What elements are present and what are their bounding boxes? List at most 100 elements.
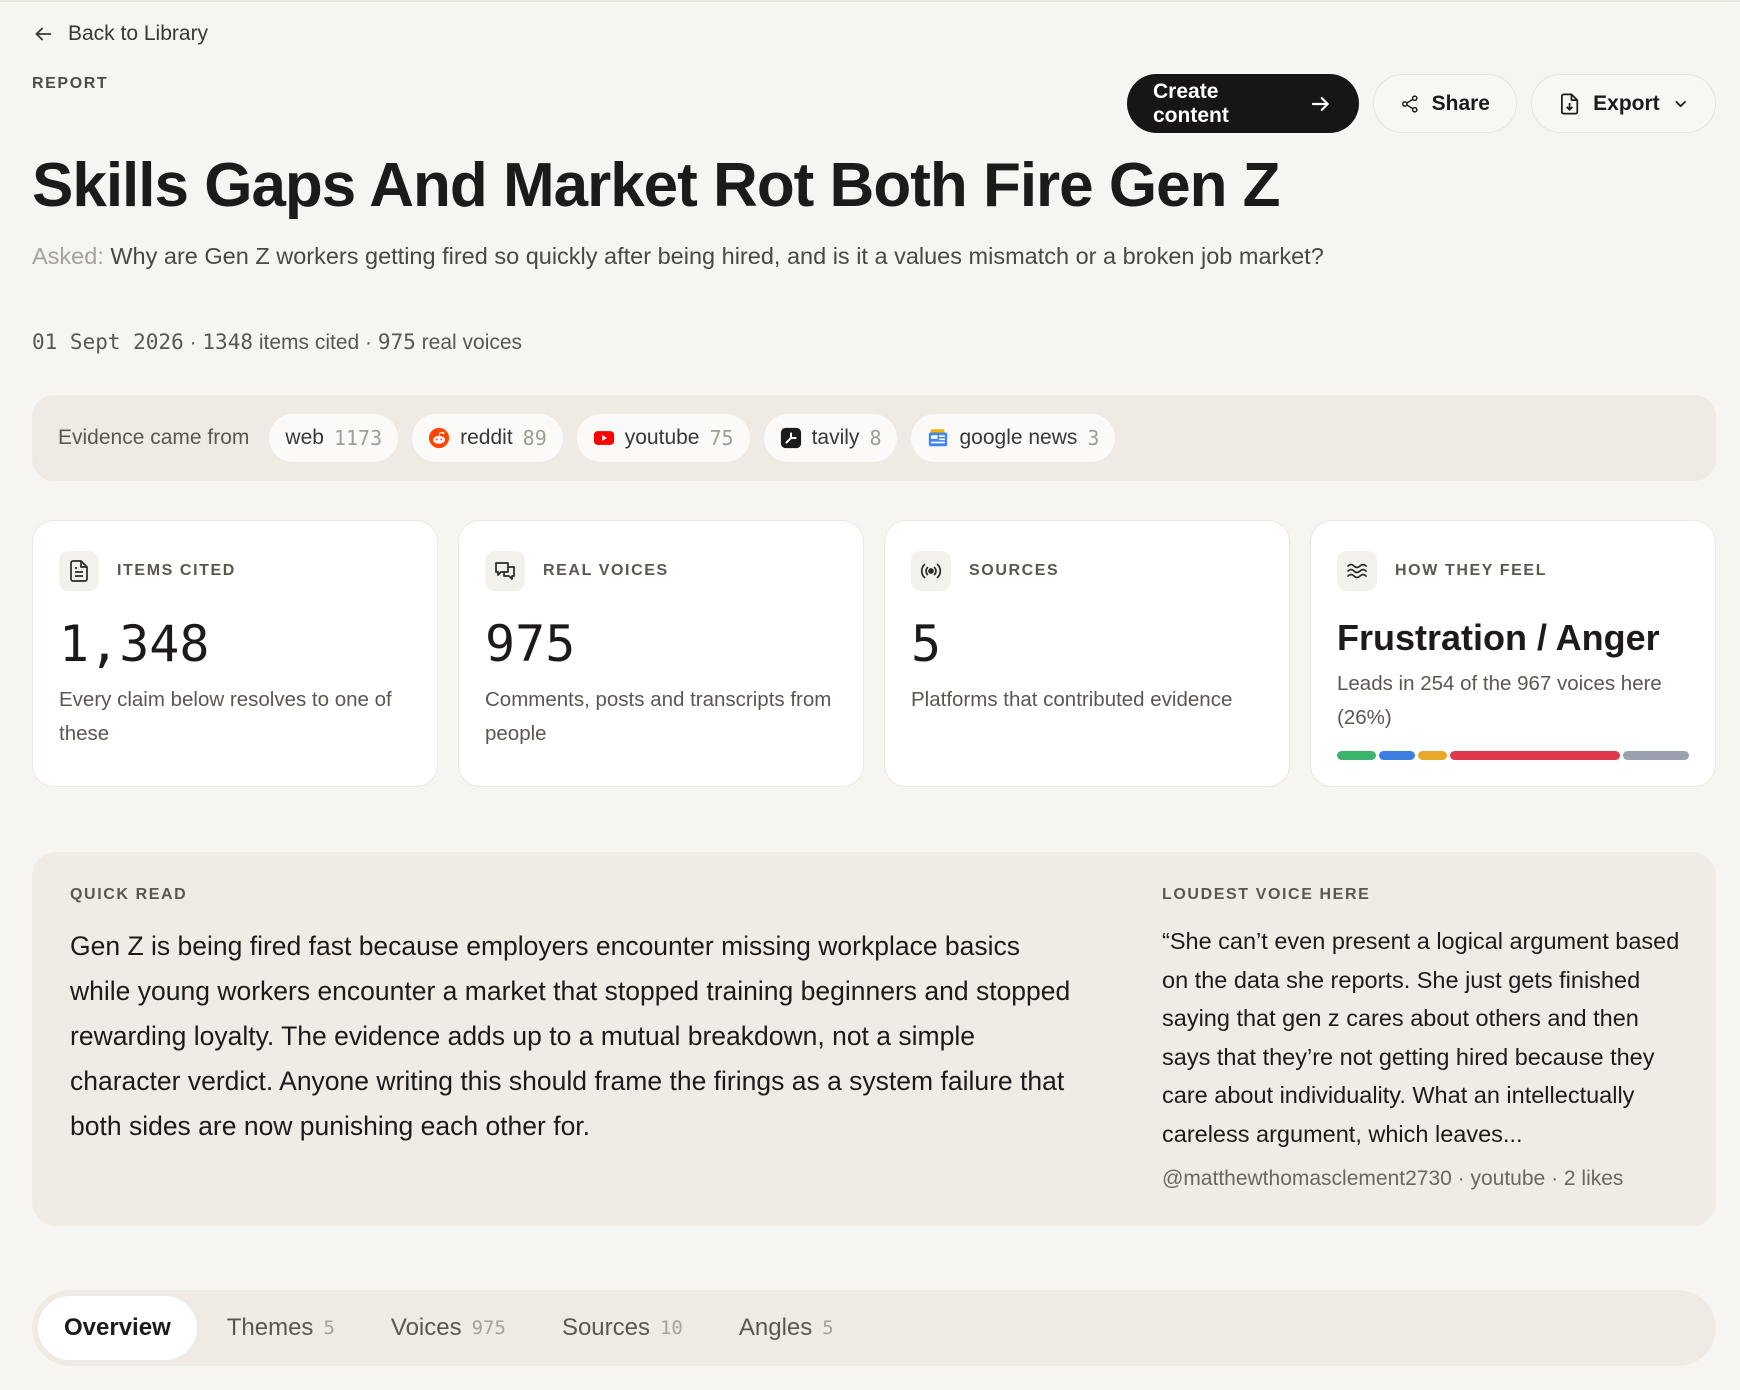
- stat-card-items-cited: ITEMS CITED 1,348 Every claim below reso…: [32, 520, 438, 787]
- emotion-segment: [1417, 751, 1447, 760]
- stat-label: HOW THEY FEEL: [1395, 562, 1548, 579]
- emotion-segment: [1449, 751, 1620, 760]
- loudest-voice-meta: @matthewthomasclement2730 · youtube · 2 …: [1162, 1167, 1682, 1191]
- tab-angles[interactable]: Angles 5: [713, 1296, 860, 1360]
- tab-voices[interactable]: Voices 975: [365, 1296, 532, 1360]
- youtube-icon: [593, 431, 614, 445]
- source-name: reddit: [460, 426, 513, 449]
- items-count: 1348: [202, 330, 253, 354]
- stat-card-sources: SOURCES 5 Platforms that contributed evi…: [884, 520, 1290, 787]
- tab-count: 975: [471, 1317, 506, 1339]
- back-to-library-link[interactable]: Back to Library: [32, 22, 208, 46]
- waves-icon: [1347, 563, 1367, 579]
- export-button[interactable]: Export: [1531, 74, 1716, 133]
- quick-read-panel: QUICK READ Gen Z is being fired fast bec…: [32, 852, 1716, 1226]
- source-chip-reddit[interactable]: reddit 89: [412, 414, 563, 462]
- share-button[interactable]: Share: [1373, 74, 1517, 133]
- meta-separator: ·: [189, 331, 197, 354]
- create-content-label: Create content: [1153, 79, 1229, 127]
- voice-author[interactable]: @matthewthomasclement2730: [1162, 1167, 1452, 1190]
- stat-label: ITEMS CITED: [117, 562, 236, 579]
- header-actions: Create content Share Export: [1127, 74, 1716, 133]
- voice-likes: 2 likes: [1563, 1167, 1624, 1190]
- stats-row: ITEMS CITED 1,348 Every claim below reso…: [32, 520, 1716, 787]
- stat-description: Every claim below resolves to one of the…: [59, 688, 392, 745]
- stat-value: 5: [911, 615, 942, 673]
- voices-label: real voices: [421, 331, 523, 354]
- share-icon: [1402, 94, 1418, 113]
- meta-separator: ·: [1457, 1167, 1465, 1190]
- tab-themes[interactable]: Themes 5: [201, 1296, 361, 1360]
- source-chip-tavily[interactable]: tavily 8: [763, 414, 898, 462]
- broadcast-icon: [920, 563, 942, 579]
- loudest-voice-quote: “She can’t even present a logical argume…: [1162, 928, 1680, 1147]
- evidence-sources-bar: Evidence came from web 1173 reddit 89 yo…: [32, 395, 1716, 481]
- source-name: web: [285, 426, 324, 449]
- stat-label: SOURCES: [969, 562, 1060, 579]
- report-date: 01 Sept 2026: [32, 330, 184, 354]
- report-meta: 01 Sept 2026 · 1348 items cited · 975 re…: [32, 330, 522, 355]
- stat-card-real-voices: REAL VOICES 975 Comments, posts and tran…: [458, 520, 864, 787]
- quick-read-label: QUICK READ: [70, 886, 188, 903]
- top-divider: [0, 0, 1740, 2]
- voices-count: 975: [377, 330, 416, 354]
- stat-label: REAL VOICES: [543, 562, 669, 579]
- source-chip-youtube[interactable]: youtube 75: [576, 414, 750, 462]
- chevron-down-icon: [1675, 100, 1686, 107]
- report-tabs: Overview Themes 5 Voices 975 Sources 10 …: [32, 1290, 1716, 1366]
- google-news-icon: [929, 429, 948, 447]
- tab-overview[interactable]: Overview: [38, 1296, 197, 1360]
- reddit-icon: [429, 427, 450, 449]
- emotion-segment: [1379, 751, 1415, 760]
- source-name: tavily: [811, 426, 860, 449]
- items-label: items cited: [258, 331, 360, 354]
- source-count: 3: [1087, 426, 1100, 450]
- source-count: 1173: [333, 426, 383, 450]
- quick-read: QUICK READ Gen Z is being fired fast bec…: [70, 886, 1080, 1149]
- stat-value: 975: [485, 615, 576, 673]
- page-title: Skills Gaps And Market Rot Both Fire Gen…: [32, 151, 1281, 220]
- document-icon: [70, 560, 88, 582]
- quick-read-text: Gen Z is being fired fast because employ…: [70, 931, 1071, 1141]
- evidence-label: Evidence came from: [58, 426, 250, 449]
- emotion-segment: [1622, 751, 1689, 760]
- emotion-segment: [1337, 751, 1377, 760]
- stat-card-how-they-feel: HOW THEY FEEL Frustration / Anger Leads …: [1310, 520, 1716, 787]
- voice-platform: youtube: [1470, 1167, 1546, 1190]
- report-kicker: REPORT: [32, 75, 109, 92]
- source-chip-google-news[interactable]: google news 3: [911, 414, 1116, 462]
- tab-count: 5: [323, 1317, 335, 1339]
- arrow-right-icon: [1312, 96, 1330, 111]
- tab-sources[interactable]: Sources 10: [536, 1296, 709, 1360]
- loudest-voice: LOUDEST VOICE HERE “She can’t even prese…: [1162, 886, 1682, 1191]
- source-count: 89: [522, 426, 547, 450]
- create-content-button[interactable]: Create content: [1127, 74, 1359, 133]
- stat-description: Leads in 254 of the 967 voices here (26%…: [1337, 672, 1662, 729]
- source-name: youtube: [624, 426, 700, 449]
- tab-label: Angles: [738, 1314, 813, 1341]
- tab-label: Overview: [64, 1314, 171, 1341]
- tab-count: 10: [659, 1317, 683, 1339]
- tavily-icon: [780, 427, 801, 449]
- asked-question: Asked: Why are Gen Z workers getting fir…: [32, 237, 1332, 276]
- stat-value: 1,348: [59, 615, 210, 673]
- dominant-emotion: Frustration / Anger: [1337, 617, 1660, 658]
- meta-separator: ·: [365, 331, 373, 354]
- loudest-voice-label: LOUDEST VOICE HERE: [1162, 886, 1371, 903]
- source-count: 8: [869, 426, 882, 450]
- source-chip-web[interactable]: web 1173: [269, 414, 399, 462]
- tab-count: 5: [822, 1317, 834, 1339]
- file-download-icon: [1560, 92, 1579, 115]
- source-name: google news: [959, 426, 1078, 449]
- arrow-left-icon: [35, 27, 52, 41]
- back-label: Back to Library: [68, 22, 209, 45]
- share-label: Share: [1431, 91, 1490, 115]
- tab-label: Sources: [561, 1314, 650, 1341]
- export-label: Export: [1593, 91, 1660, 115]
- asked-text: Why are Gen Z workers getting fired so q…: [103, 243, 1324, 269]
- tab-label: Themes: [226, 1314, 314, 1341]
- stat-description: Comments, posts and transcripts from peo…: [485, 688, 832, 745]
- chat-bubbles-icon: [495, 562, 515, 580]
- asked-label: Asked:: [32, 243, 104, 269]
- emotion-distribution-bar: [1337, 751, 1689, 760]
